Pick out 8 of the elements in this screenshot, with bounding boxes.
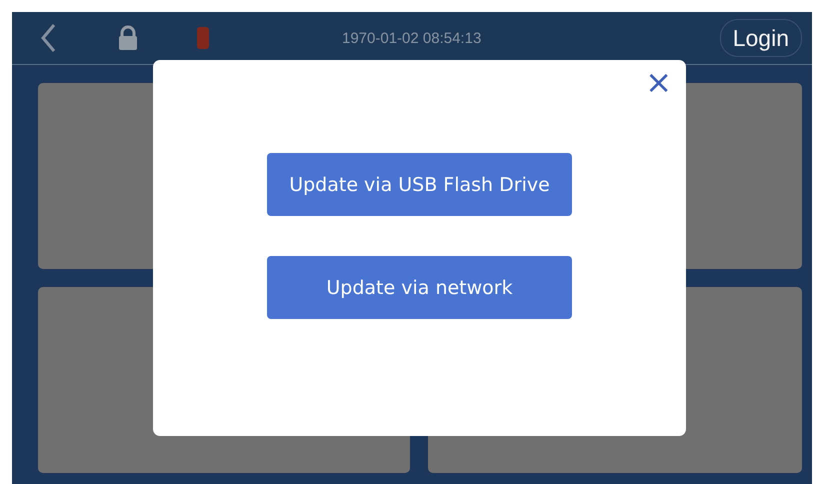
close-button[interactable]: × [643,66,674,98]
status-icon [196,26,210,50]
login-button[interactable]: Login [720,19,802,57]
date-time: 1970-01-02 08:54:13 [342,30,482,46]
back-icon[interactable] [40,23,56,53]
update-option-button[interactable]: Update via USB Flash Drive [267,153,572,216]
update-option-button[interactable]: Update via network [267,256,572,319]
lock-icon [116,25,140,51]
